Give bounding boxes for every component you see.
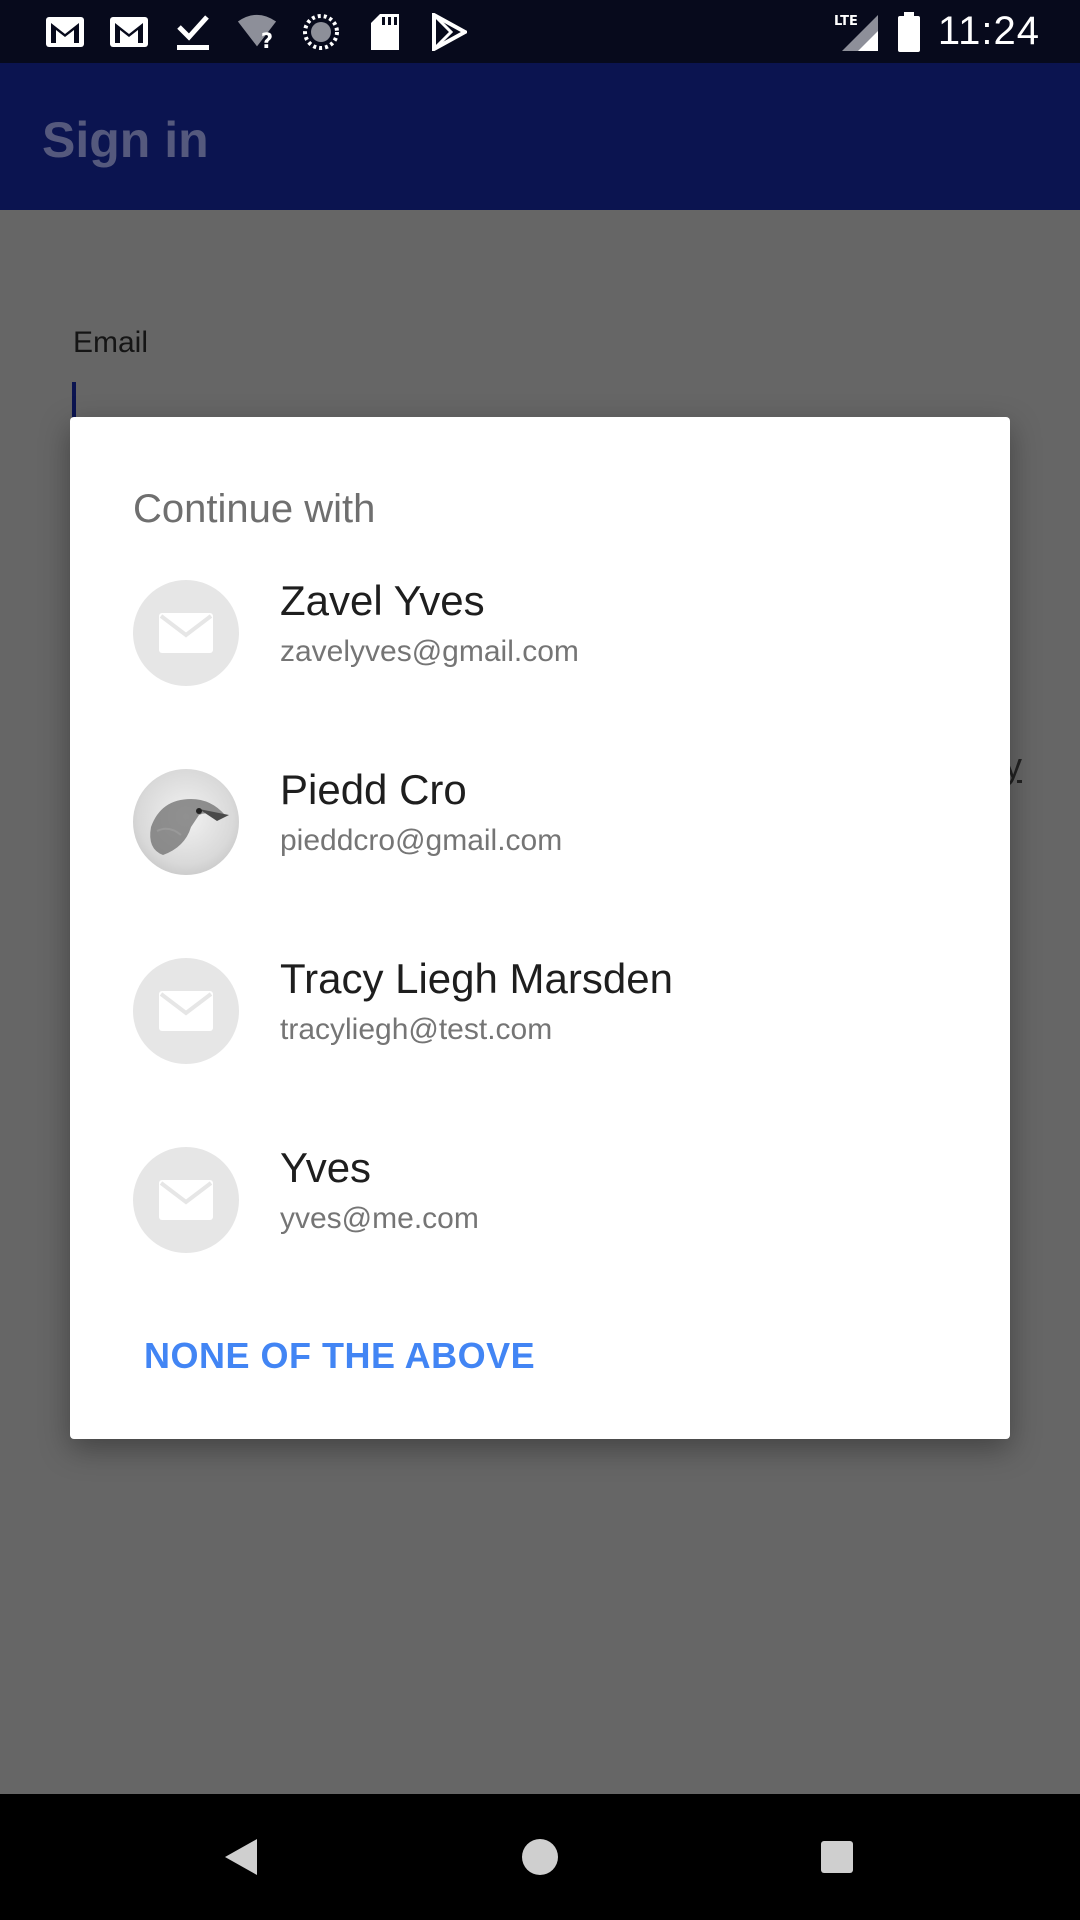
download-done-icon xyxy=(172,11,214,53)
mail-icon xyxy=(133,580,239,686)
wifi-unknown-icon: ? xyxy=(236,11,278,53)
back-icon[interactable] xyxy=(208,1824,274,1890)
account-email: zavelyves@gmail.com xyxy=(280,635,579,668)
account-email: yves@me.com xyxy=(280,1202,479,1235)
gmail-icon xyxy=(108,11,150,53)
system-icons: LTE 11:24 xyxy=(834,0,1040,63)
none-of-the-above-button[interactable]: NONE OF THE ABOVE xyxy=(144,1335,535,1377)
sync-icon xyxy=(300,11,342,53)
account-item[interactable]: Zavel Yves zavelyves@gmail.com xyxy=(70,549,1010,699)
account-chooser-dialog: Continue with Zavel Yves zavelyves@gmail… xyxy=(70,417,1010,1439)
recents-icon[interactable] xyxy=(804,1824,870,1890)
play-store-icon xyxy=(428,11,470,53)
account-email: pieddcro@gmail.com xyxy=(280,824,563,857)
screen: ? LTE 11:24 Sign in Email y Continue wit… xyxy=(0,0,1080,1920)
mail-icon xyxy=(133,1147,239,1253)
account-name: Zavel Yves xyxy=(280,577,485,624)
account-item[interactable]: Yves yves@me.com xyxy=(70,1116,1010,1266)
account-item[interactable]: Piedd Cro pieddcro@gmail.com xyxy=(70,738,1010,888)
account-name: Piedd Cro xyxy=(280,766,467,813)
svg-text:?: ? xyxy=(261,29,273,51)
account-item[interactable]: Tracy Liegh Marsden tracyliegh@test.com xyxy=(70,927,1010,1077)
account-email: tracyliegh@test.com xyxy=(280,1013,553,1046)
app-bar: Sign in xyxy=(0,63,1080,210)
mail-icon xyxy=(133,958,239,1064)
dialog-title: Continue with xyxy=(133,487,376,531)
notification-icons: ? xyxy=(44,9,470,55)
svg-text:LTE: LTE xyxy=(834,14,858,29)
sd-card-icon xyxy=(364,11,406,53)
account-name: Yves xyxy=(280,1144,372,1191)
clock: 11:24 xyxy=(937,9,1040,53)
lte-signal-icon: LTE xyxy=(834,11,880,53)
email-label: Email xyxy=(73,326,149,359)
page-title: Sign in xyxy=(42,112,209,168)
home-icon[interactable] xyxy=(507,1824,573,1890)
navigation-bar xyxy=(0,1794,1080,1920)
gmail-icon xyxy=(44,11,86,53)
account-photo-avatar xyxy=(133,769,239,875)
status-bar: ? LTE 11:24 xyxy=(0,0,1080,63)
battery-icon xyxy=(896,11,922,53)
account-name: Tracy Liegh Marsden xyxy=(280,955,673,1002)
